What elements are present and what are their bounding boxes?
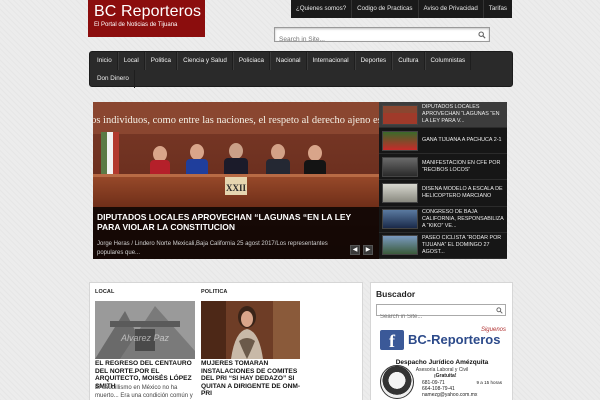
ad-hours: 9 a 15 horas bbox=[476, 380, 502, 385]
nav-item-deportes[interactable]: Deportes bbox=[354, 52, 393, 70]
sidebar-search-heading: Buscador bbox=[376, 289, 416, 299]
nav-item-columnistas[interactable]: Columnistas bbox=[424, 52, 472, 70]
facebook-banner[interactable]: f BC-Reporteros Siguenos bbox=[376, 327, 508, 351]
article-photo: Alvarez Paz bbox=[95, 301, 195, 359]
nav-item-don-dinero[interactable]: Don Dinero bbox=[92, 70, 135, 88]
article-excerpt: El caudillismo en México no ha muerto...… bbox=[95, 385, 193, 399]
header-search bbox=[274, 27, 490, 46]
facebook-page-name: BC-Reporteros bbox=[408, 332, 501, 347]
featured-slider[interactable]: "Entre los individuos, como entre las na… bbox=[93, 102, 379, 259]
slider-thumb-list: DIPUTADOS LOCALES APROVECHAN “LAGUNAS “E… bbox=[379, 102, 507, 259]
slider-thumb-item[interactable]: PASEO CICLISTA “RODAR POR TIJUANA” EL DO… bbox=[379, 233, 507, 259]
logo-tagline: El Portal de Noticias de Tijuana bbox=[94, 22, 178, 28]
banner-quote: "Entre los individuos, como entre las na… bbox=[93, 115, 379, 126]
nav-item-politica[interactable]: Politica bbox=[144, 52, 178, 70]
nav-row-1: Inicio Local Politica Ciencia y Salud Po… bbox=[90, 52, 512, 70]
slider-next-button[interactable]: ▶ bbox=[363, 245, 373, 255]
scales-of-justice-icon bbox=[380, 365, 414, 399]
thumb-image bbox=[382, 130, 418, 151]
search-icon[interactable] bbox=[478, 31, 486, 39]
main-nav: Inicio Local Politica Ciencia y Salud Po… bbox=[89, 51, 513, 88]
nav-item-policiaca[interactable]: Policiaca bbox=[232, 52, 271, 70]
facebook-icon: f bbox=[380, 330, 404, 351]
nav-row-2: Don Dinero bbox=[90, 70, 512, 88]
slider-arrows: ◀ ▶ bbox=[350, 245, 373, 255]
thumb-title: PASEO CICLISTA “RODAR POR TIJUANA” EL DO… bbox=[422, 234, 502, 255]
search-icon[interactable] bbox=[496, 307, 503, 314]
podium-number: XXII bbox=[226, 183, 247, 193]
section-head-local[interactable]: LOCAL bbox=[95, 289, 114, 295]
thumb-image bbox=[382, 209, 418, 230]
logo-title: BC Reporteros bbox=[94, 3, 202, 20]
sidebar-search-input[interactable] bbox=[377, 312, 492, 322]
top-links: ¿Quienes somos? Codigo de Practicas Avis… bbox=[290, 0, 512, 18]
nav-item-cultura[interactable]: Cultura bbox=[392, 52, 425, 70]
nav-item-local[interactable]: Local bbox=[117, 52, 145, 70]
slider-thumb-item[interactable]: GANA TIJUANA A PACHUCA 2-1 bbox=[379, 128, 507, 155]
facebook-follow-tag: Siguenos bbox=[480, 327, 506, 333]
ad-email: namezg@yahoo.com.mx bbox=[422, 392, 478, 398]
site-logo[interactable]: BC Reporteros El Portal de Noticias de T… bbox=[88, 0, 205, 37]
article-image[interactable]: Alvarez Paz bbox=[95, 301, 195, 359]
thumb-title: GANA TIJUANA A PACHUCA 2-1 bbox=[422, 137, 502, 144]
search-input[interactable] bbox=[275, 33, 470, 46]
nav-item-internacional[interactable]: Internacional bbox=[306, 52, 355, 70]
slider-thumb-item[interactable]: DISEÑA MODELO A ESCALA DE HELICOPTERO MA… bbox=[379, 180, 507, 207]
thumb-image bbox=[382, 235, 418, 256]
nav-item-inicio[interactable]: Inicio bbox=[92, 52, 118, 70]
top-link-quienes-somos[interactable]: ¿Quienes somos? bbox=[291, 0, 351, 18]
top-link-aviso-privacidad[interactable]: Aviso de Privacidad bbox=[417, 0, 483, 18]
featured-title[interactable]: DIPUTADOS LOCALES APROVECHAN “LAGUNAS “E… bbox=[97, 212, 375, 232]
thumb-title: MANIFESTACION EN CFE POR “RECIBOS LOCOS” bbox=[422, 159, 501, 173]
sidebar-search bbox=[376, 304, 506, 322]
slider-thumb-item[interactable]: MANIFESTACION EN CFE POR “RECIBOS LOCOS” bbox=[379, 154, 507, 181]
article-photo bbox=[201, 301, 300, 359]
featured-caption: DIPUTADOS LOCALES APROVECHAN “LAGUNAS “E… bbox=[93, 207, 379, 259]
featured-excerpt: Jorge Heras / Lindero Norte Mexicali,Baj… bbox=[97, 241, 328, 256]
ad-free-label: ¡Gratuita! bbox=[434, 373, 457, 379]
article-title[interactable]: MUJERES TOMARAN INSTALACIONES DE COMITES… bbox=[201, 360, 307, 398]
slider-thumb-item[interactable]: CONGRESO DE BAJA CALIFORNIA, RESPONSABIL… bbox=[379, 207, 507, 233]
thumb-image bbox=[382, 156, 418, 177]
thumb-title: CONGRESO DE BAJA CALIFORNIA, RESPONSABIL… bbox=[422, 208, 504, 229]
thumb-image bbox=[382, 183, 418, 204]
slider-prev-button[interactable]: ◀ bbox=[350, 245, 360, 255]
thumb-title: DISEÑA MODELO A ESCALA DE HELICOPTERO MA… bbox=[422, 186, 503, 200]
law-office-ad[interactable]: Despacho Jurídico Amézquita Asesoría Lab… bbox=[376, 356, 508, 400]
section-head-politica[interactable]: POLITICA bbox=[201, 289, 227, 295]
thumb-title: DIPUTADOS LOCALES APROVECHAN “LAGUNAS “E… bbox=[422, 104, 500, 125]
slider-thumb-item[interactable]: DIPUTADOS LOCALES APROVECHAN “LAGUNAS “E… bbox=[379, 102, 507, 129]
nav-item-ciencia-salud[interactable]: Ciencia y Salud bbox=[177, 52, 233, 70]
nav-item-nacional[interactable]: Nacional bbox=[270, 52, 307, 70]
photo-watermark: Alvarez Paz bbox=[120, 333, 170, 343]
top-link-codigo-practicas[interactable]: Codigo de Practicas bbox=[351, 0, 417, 18]
thumb-image bbox=[382, 104, 418, 125]
article-image[interactable] bbox=[201, 301, 300, 359]
top-link-tarifas[interactable]: Tarifas bbox=[482, 0, 512, 18]
